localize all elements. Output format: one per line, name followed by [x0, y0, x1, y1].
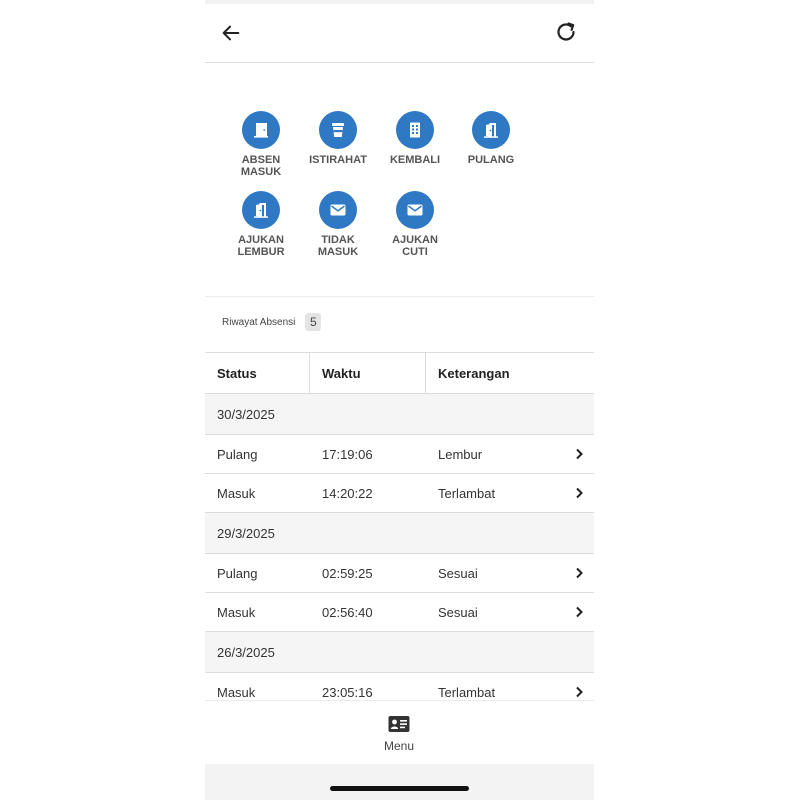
row-status: Masuk: [217, 604, 256, 620]
action-label-line1: ABSEN: [241, 154, 281, 166]
app-header: [205, 4, 594, 63]
section-divider: [205, 296, 594, 297]
action-label-line2: MASUK: [240, 166, 282, 178]
chevron-right-icon: [576, 487, 583, 499]
action-grid: ABSEN MASUK ISTIRAHAT KEMBALI PULANG AJU…: [205, 63, 594, 296]
row-note: Lembur: [438, 446, 483, 462]
absen-masuk-button[interactable]: ABSEN MASUK: [225, 111, 297, 178]
action-label-line2: CUTI: [402, 246, 428, 258]
chevron-right-icon: [576, 686, 583, 698]
column-header-waktu: Waktu: [310, 353, 426, 393]
kembali-button[interactable]: KEMBALI: [379, 111, 451, 166]
row-status: Masuk: [217, 684, 256, 700]
row-note: Terlambat: [438, 485, 496, 501]
row-time: 23:05:16: [322, 684, 373, 700]
ajukan-lembur-button[interactable]: AJUKAN LEMBUR: [225, 191, 297, 258]
chevron-right-icon: [576, 567, 583, 579]
arrow-left-icon: [222, 25, 240, 41]
row-status: Masuk: [217, 485, 256, 501]
history-title: Riwayat Absensi: [222, 316, 296, 328]
row-time: 02:59:25: [322, 565, 373, 581]
row-time: 14:20:22: [322, 485, 373, 501]
row-status: Pulang: [217, 565, 258, 581]
table-row[interactable]: Pulang 17:19:06 Lembur: [205, 435, 594, 474]
date-group-header: 30/3/2025: [205, 394, 594, 435]
action-label-line1: TIDAK: [321, 234, 355, 246]
phone-screen: ABSEN MASUK ISTIRAHAT KEMBALI PULANG AJU…: [205, 0, 594, 800]
date-group-header: 26/3/2025: [205, 632, 594, 673]
refresh-icon: [557, 22, 575, 41]
row-time: 02:56:40: [322, 604, 373, 620]
tidak-masuk-button[interactable]: TIDAK MASUK: [302, 191, 374, 258]
history-count-badge: 5: [305, 313, 322, 331]
chevron-right-icon: [576, 448, 583, 460]
history-header: Riwayat Absensi 5: [222, 313, 322, 331]
envelope-icon: [396, 191, 434, 229]
history-table: Status Waktu Keterangan 30/3/2025 Pulang…: [205, 352, 594, 712]
table-row[interactable]: Masuk 14:20:22 Terlambat: [205, 474, 594, 513]
row-status: Pulang: [217, 446, 258, 462]
row-note: Terlambat: [438, 684, 496, 700]
home-indicator-area: [205, 764, 594, 800]
menu-tab-label: Menu: [383, 739, 415, 753]
home-indicator[interactable]: [330, 786, 469, 791]
column-header-keterangan: Keterangan: [438, 365, 510, 381]
action-label-line2: LEMBUR: [237, 246, 285, 258]
row-note: Sesuai: [438, 604, 478, 620]
back-button[interactable]: [211, 13, 251, 53]
istirahat-button[interactable]: ISTIRAHAT: [302, 111, 374, 166]
door-open-icon: [242, 111, 280, 149]
door-exit-icon: [472, 111, 510, 149]
id-card-icon: [388, 716, 410, 732]
coffee-cup-icon: [319, 111, 357, 149]
row-time: 17:19:06: [322, 446, 373, 462]
action-label-line1: PULANG: [467, 154, 515, 166]
refresh-button[interactable]: [546, 12, 586, 52]
door-exit-icon: [242, 191, 280, 229]
envelope-icon: [319, 191, 357, 229]
row-note: Sesuai: [438, 565, 478, 581]
table-row[interactable]: Masuk 02:56:40 Sesuai: [205, 593, 594, 632]
action-label-line1: AJUKAN: [238, 234, 284, 246]
bottom-navigation: Menu: [205, 700, 594, 765]
building-icon: [396, 111, 434, 149]
table-header: Status Waktu Keterangan: [205, 352, 594, 394]
pulang-button[interactable]: PULANG: [455, 111, 527, 166]
date-group-header: 29/3/2025: [205, 513, 594, 554]
ajukan-cuti-button[interactable]: AJUKAN CUTI: [379, 191, 451, 258]
action-label-line2: MASUK: [317, 246, 359, 258]
chevron-right-icon: [576, 606, 583, 618]
action-label-line1: ISTIRAHAT: [309, 154, 367, 166]
action-label-line1: AJUKAN: [392, 234, 438, 246]
action-label-line1: KEMBALI: [389, 154, 441, 166]
menu-tab[interactable]: Menu: [368, 715, 430, 753]
column-header-status: Status: [205, 353, 310, 393]
table-row[interactable]: Pulang 02:59:25 Sesuai: [205, 554, 594, 593]
